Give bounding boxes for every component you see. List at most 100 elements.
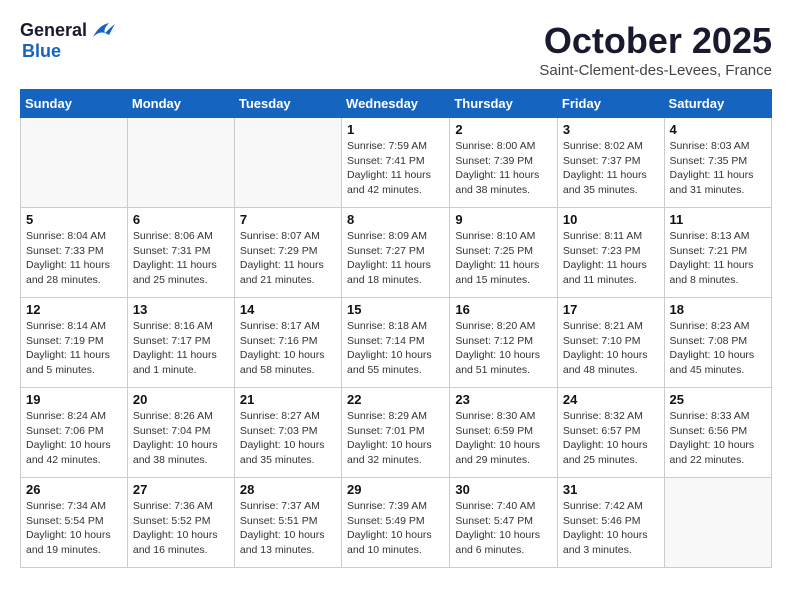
day-info: Sunrise: 7:34 AM Sunset: 5:54 PM Dayligh… bbox=[26, 499, 122, 558]
day-number: 16 bbox=[455, 302, 552, 317]
day-info: Sunrise: 8:06 AM Sunset: 7:31 PM Dayligh… bbox=[133, 229, 229, 288]
calendar-cell: 20 Sunrise: 8:26 AM Sunset: 7:04 PM Dayli… bbox=[127, 388, 234, 478]
day-info: Sunrise: 8:24 AM Sunset: 7:06 PM Dayligh… bbox=[26, 409, 122, 468]
day-number: 2 bbox=[455, 122, 552, 137]
day-number: 30 bbox=[455, 482, 552, 497]
day-info: Sunrise: 8:32 AM Sunset: 6:57 PM Dayligh… bbox=[563, 409, 659, 468]
day-info: Sunrise: 8:02 AM Sunset: 7:37 PM Dayligh… bbox=[563, 139, 659, 198]
month-title: October 2025 bbox=[539, 20, 772, 62]
day-number: 9 bbox=[455, 212, 552, 227]
calendar-cell: 23 Sunrise: 8:30 AM Sunset: 6:59 PM Dayli… bbox=[450, 388, 558, 478]
day-info: Sunrise: 8:23 AM Sunset: 7:08 PM Dayligh… bbox=[670, 319, 766, 378]
day-number: 8 bbox=[347, 212, 444, 227]
day-info: Sunrise: 8:18 AM Sunset: 7:14 PM Dayligh… bbox=[347, 319, 444, 378]
day-number: 27 bbox=[133, 482, 229, 497]
calendar-cell: 16 Sunrise: 8:20 AM Sunset: 7:12 PM Dayli… bbox=[450, 298, 558, 388]
day-number: 10 bbox=[563, 212, 659, 227]
calendar-cell: 19 Sunrise: 8:24 AM Sunset: 7:06 PM Dayli… bbox=[21, 388, 128, 478]
calendar-cell bbox=[234, 118, 341, 208]
week-row-5: 26Sunrise: 7:34 AM Sunset: 5:54 PM Dayli… bbox=[21, 478, 772, 568]
day-info: Sunrise: 7:59 AM Sunset: 7:41 PM Dayligh… bbox=[347, 139, 444, 198]
day-info: Sunrise: 7:37 AM Sunset: 5:51 PM Dayligh… bbox=[240, 499, 336, 558]
day-info: Sunrise: 8:10 AM Sunset: 7:25 PM Dayligh… bbox=[455, 229, 552, 288]
day-number: 1 bbox=[347, 122, 444, 137]
day-info: Sunrise: 8:11 AM Sunset: 7:23 PM Dayligh… bbox=[563, 229, 659, 288]
calendar-cell: 24 Sunrise: 8:32 AM Sunset: 6:57 PM Dayli… bbox=[557, 388, 664, 478]
day-number: 19 bbox=[26, 392, 122, 407]
day-info: Sunrise: 8:07 AM Sunset: 7:29 PM Dayligh… bbox=[240, 229, 336, 288]
calendar-cell bbox=[664, 478, 771, 568]
calendar-cell: 10 Sunrise: 8:11 AM Sunset: 7:23 PM Dayli… bbox=[557, 208, 664, 298]
day-number: 7 bbox=[240, 212, 336, 227]
day-number: 23 bbox=[455, 392, 552, 407]
day-info: Sunrise: 8:30 AM Sunset: 6:59 PM Dayligh… bbox=[455, 409, 552, 468]
calendar-cell: 29Sunrise: 7:39 AM Sunset: 5:49 PM Dayli… bbox=[342, 478, 450, 568]
day-number: 21 bbox=[240, 392, 336, 407]
day-info: Sunrise: 8:26 AM Sunset: 7:04 PM Dayligh… bbox=[133, 409, 229, 468]
weekday-header-monday: Monday bbox=[127, 90, 234, 118]
calendar-cell: 2 Sunrise: 8:00 AM Sunset: 7:39 PM Daylig… bbox=[450, 118, 558, 208]
calendar-cell: 13Sunrise: 8:16 AM Sunset: 7:17 PM Dayli… bbox=[127, 298, 234, 388]
day-number: 25 bbox=[670, 392, 766, 407]
day-number: 22 bbox=[347, 392, 444, 407]
calendar-cell bbox=[21, 118, 128, 208]
day-number: 13 bbox=[133, 302, 229, 317]
logo-blue-row: Blue bbox=[20, 41, 61, 62]
day-number: 20 bbox=[133, 392, 229, 407]
day-number: 31 bbox=[563, 482, 659, 497]
day-number: 24 bbox=[563, 392, 659, 407]
day-number: 17 bbox=[563, 302, 659, 317]
day-number: 4 bbox=[670, 122, 766, 137]
weekday-header-sunday: Sunday bbox=[21, 90, 128, 118]
day-info: Sunrise: 7:36 AM Sunset: 5:52 PM Dayligh… bbox=[133, 499, 229, 558]
day-number: 18 bbox=[670, 302, 766, 317]
calendar-cell: 11 Sunrise: 8:13 AM Sunset: 7:21 PM Dayli… bbox=[664, 208, 771, 298]
calendar-cell: 7 Sunrise: 8:07 AM Sunset: 7:29 PM Daylig… bbox=[234, 208, 341, 298]
day-info: Sunrise: 8:00 AM Sunset: 7:39 PM Dayligh… bbox=[455, 139, 552, 198]
day-number: 29 bbox=[347, 482, 444, 497]
day-info: Sunrise: 8:17 AM Sunset: 7:16 PM Dayligh… bbox=[240, 319, 336, 378]
logo-general: General bbox=[20, 20, 87, 40]
day-info: Sunrise: 7:42 AM Sunset: 5:46 PM Dayligh… bbox=[563, 499, 659, 558]
week-row-4: 19 Sunrise: 8:24 AM Sunset: 7:06 PM Dayli… bbox=[21, 388, 772, 478]
location-title: Saint-Clement-des-Levees, France bbox=[539, 62, 772, 79]
calendar-cell: 17Sunrise: 8:21 AM Sunset: 7:10 PM Dayli… bbox=[557, 298, 664, 388]
day-info: Sunrise: 8:13 AM Sunset: 7:21 PM Dayligh… bbox=[670, 229, 766, 288]
calendar-cell: 8 Sunrise: 8:09 AM Sunset: 7:27 PM Daylig… bbox=[342, 208, 450, 298]
day-number: 5 bbox=[26, 212, 122, 227]
calendar-cell: 31 Sunrise: 7:42 AM Sunset: 5:46 PM Dayli… bbox=[557, 478, 664, 568]
day-info: Sunrise: 8:20 AM Sunset: 7:12 PM Dayligh… bbox=[455, 319, 552, 378]
week-row-3: 12Sunrise: 8:14 AM Sunset: 7:19 PM Dayli… bbox=[21, 298, 772, 388]
day-info: Sunrise: 8:09 AM Sunset: 7:27 PM Dayligh… bbox=[347, 229, 444, 288]
weekday-header-saturday: Saturday bbox=[664, 90, 771, 118]
logo: General Blue bbox=[20, 20, 117, 62]
week-row-1: 1 Sunrise: 7:59 AM Sunset: 7:41 PM Daylig… bbox=[21, 118, 772, 208]
calendar-cell: 14 Sunrise: 8:17 AM Sunset: 7:16 PM Dayli… bbox=[234, 298, 341, 388]
calendar-cell: 28Sunrise: 7:37 AM Sunset: 5:51 PM Dayli… bbox=[234, 478, 341, 568]
calendar-cell: 9 Sunrise: 8:10 AM Sunset: 7:25 PM Daylig… bbox=[450, 208, 558, 298]
weekday-header-wednesday: Wednesday bbox=[342, 90, 450, 118]
weekday-header-friday: Friday bbox=[557, 90, 664, 118]
calendar-cell: 6 Sunrise: 8:06 AM Sunset: 7:31 PM Daylig… bbox=[127, 208, 234, 298]
calendar-cell: 26Sunrise: 7:34 AM Sunset: 5:54 PM Dayli… bbox=[21, 478, 128, 568]
calendar-cell: 1 Sunrise: 7:59 AM Sunset: 7:41 PM Daylig… bbox=[342, 118, 450, 208]
day-number: 3 bbox=[563, 122, 659, 137]
calendar-cell: 5Sunrise: 8:04 AM Sunset: 7:33 PM Daylig… bbox=[21, 208, 128, 298]
day-info: Sunrise: 8:27 AM Sunset: 7:03 PM Dayligh… bbox=[240, 409, 336, 468]
day-info: Sunrise: 8:33 AM Sunset: 6:56 PM Dayligh… bbox=[670, 409, 766, 468]
weekday-header-tuesday: Tuesday bbox=[234, 90, 341, 118]
logo-blue-text: Blue bbox=[22, 41, 61, 61]
logo-text: General bbox=[20, 20, 117, 41]
calendar-cell bbox=[127, 118, 234, 208]
week-row-2: 5Sunrise: 8:04 AM Sunset: 7:33 PM Daylig… bbox=[21, 208, 772, 298]
day-number: 14 bbox=[240, 302, 336, 317]
calendar-cell: 3 Sunrise: 8:02 AM Sunset: 7:37 PM Daylig… bbox=[557, 118, 664, 208]
day-number: 6 bbox=[133, 212, 229, 227]
day-info: Sunrise: 8:03 AM Sunset: 7:35 PM Dayligh… bbox=[670, 139, 766, 198]
calendar-cell: 22Sunrise: 8:29 AM Sunset: 7:01 PM Dayli… bbox=[342, 388, 450, 478]
calendar-cell: 25 Sunrise: 8:33 AM Sunset: 6:56 PM Dayli… bbox=[664, 388, 771, 478]
page-header: General Blue October 2025 Saint-Clement-… bbox=[20, 20, 772, 79]
day-info: Sunrise: 7:40 AM Sunset: 5:47 PM Dayligh… bbox=[455, 499, 552, 558]
day-number: 11 bbox=[670, 212, 766, 227]
calendar-cell: 4 Sunrise: 8:03 AM Sunset: 7:35 PM Daylig… bbox=[664, 118, 771, 208]
